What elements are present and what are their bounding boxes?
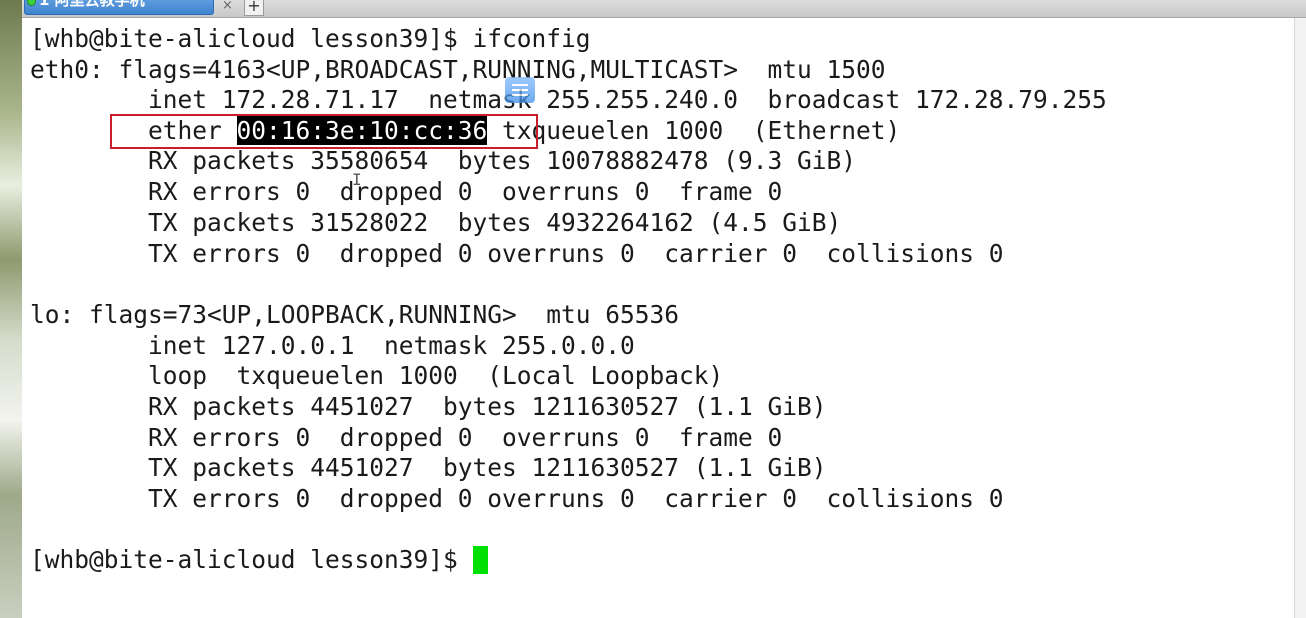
terminal-line: inet 127.0.0.1 netmask 255.0.0.0 xyxy=(30,331,635,360)
terminal-line: RX errors 0 dropped 0 overruns 0 frame 0 xyxy=(30,177,783,206)
tab-label: 1 阿里云教学机 xyxy=(39,0,145,9)
close-tab-icon[interactable]: × xyxy=(222,0,233,13)
tab-aliyun-session[interactable]: 1 阿里云教学机 xyxy=(24,0,214,15)
shell-prompt: [whb@bite-alicloud lesson39]$ xyxy=(30,545,473,574)
mouse-ibeam-icon: I xyxy=(352,172,362,190)
terminal-line: RX packets 35580654 bytes 10078882478 (9… xyxy=(30,146,857,175)
tab-bar: 1 阿里云教学机 × + xyxy=(22,0,1306,18)
annotation-highlight-box xyxy=(110,114,538,149)
terminal-line: lo: flags=73<UP,LOOPBACK,RUNNING> mtu 65… xyxy=(30,300,680,329)
terminal-output[interactable]: [whb@bite-alicloud lesson39]$ ifconfig e… xyxy=(22,18,1306,618)
terminal-cursor xyxy=(472,546,488,574)
floating-note-icon[interactable] xyxy=(505,77,535,103)
terminal-line: [whb@bite-alicloud lesson39]$ ifconfig xyxy=(30,24,591,53)
terminal-line: inet 172.28.71.17 netmask 255.255.240.0 … xyxy=(30,85,1107,114)
terminal-line: TX errors 0 dropped 0 overruns 0 carrier… xyxy=(30,239,1004,268)
terminal-line: RX errors 0 dropped 0 overruns 0 frame 0 xyxy=(30,423,783,452)
terminal-line: eth0: flags=4163<UP,BROADCAST,RUNNING,MU… xyxy=(30,55,886,84)
terminal-scrollbar[interactable] xyxy=(1294,18,1306,618)
terminal-line: loop txqueuelen 1000 (Local Loopback) xyxy=(30,361,724,390)
terminal-line: TX packets 31528022 bytes 4932264162 (4.… xyxy=(30,208,842,237)
ether-suffix: txqueuelen 1000 (Ethernet) xyxy=(487,116,901,145)
new-tab-button[interactable]: + xyxy=(244,0,264,16)
desktop-background-strip xyxy=(0,0,22,618)
connection-status-icon xyxy=(27,0,36,6)
terminal-line: TX packets 4451027 bytes 1211630527 (1.1… xyxy=(30,453,827,482)
terminal-prompt-line[interactable]: [whb@bite-alicloud lesson39]$ xyxy=(30,545,488,575)
terminal-line: TX errors 0 dropped 0 overruns 0 carrier… xyxy=(30,484,1004,513)
terminal-line: RX packets 4451027 bytes 1211630527 (1.1… xyxy=(30,392,827,421)
